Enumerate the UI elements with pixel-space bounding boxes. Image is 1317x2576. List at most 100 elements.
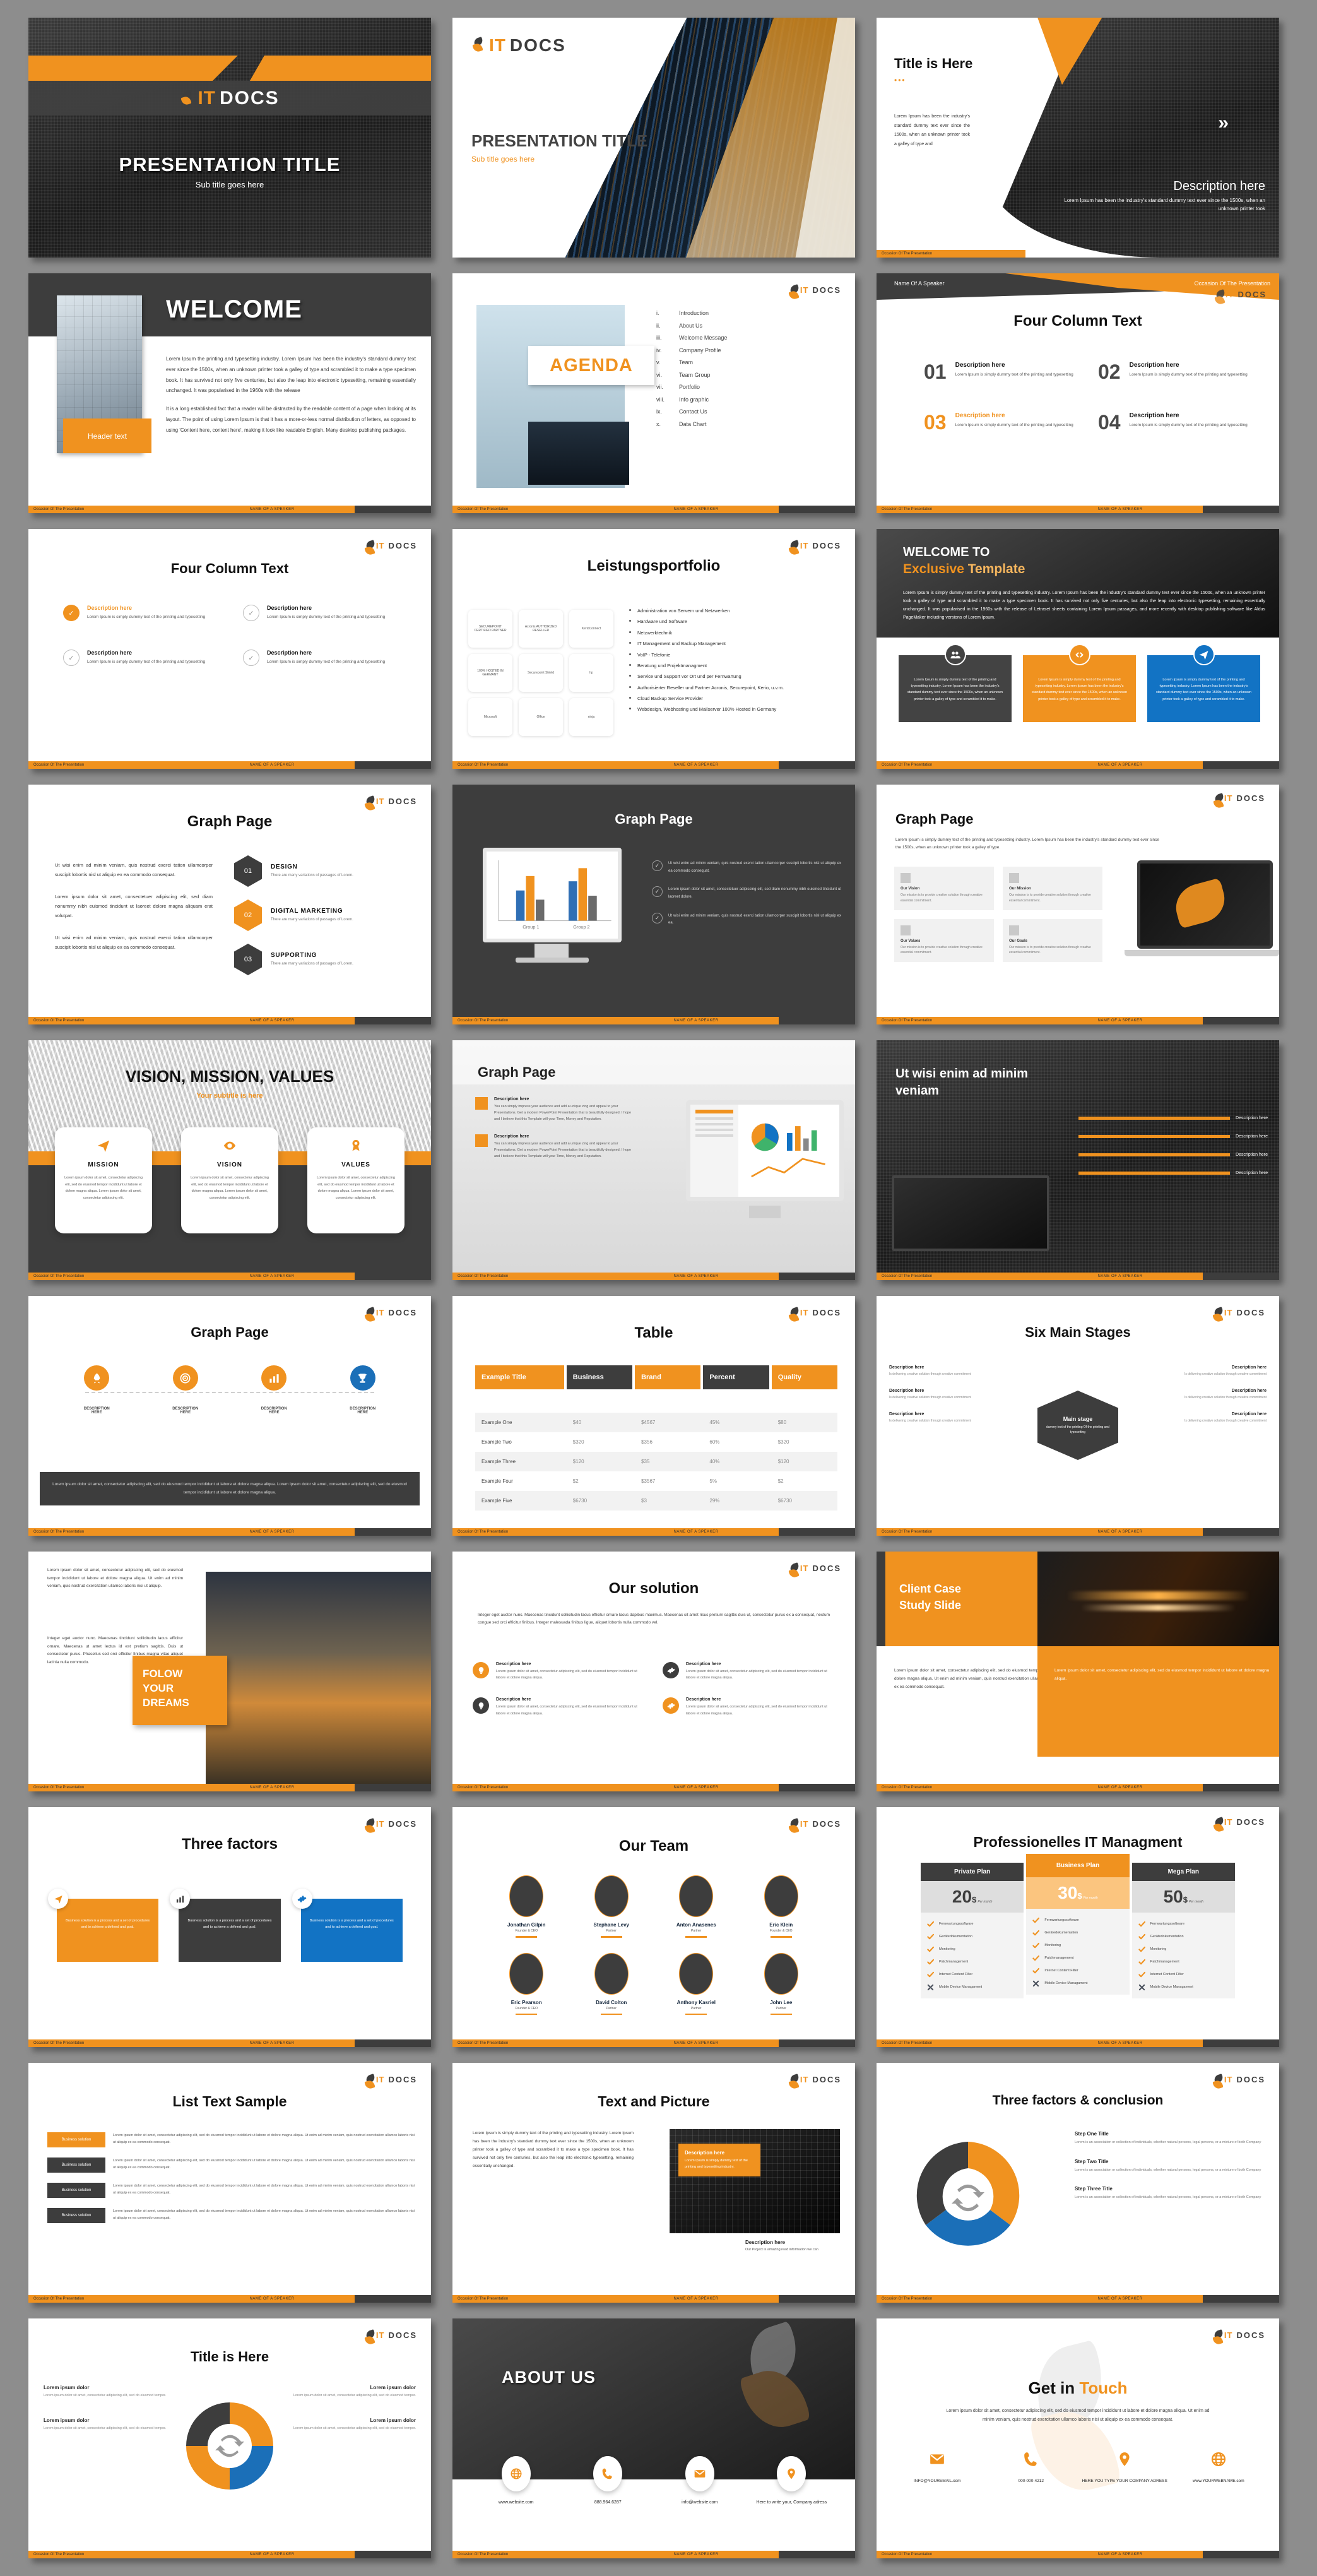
team-member[interactable]: Stephane Levy Partner — [569, 1875, 654, 1938]
slide-welcome[interactable]: Header text WELCOME Lorem Ipsum the prin… — [28, 273, 431, 513]
slide-pricing[interactable]: IT DOCS Professionelles IT Managment Pri… — [877, 1807, 1279, 2047]
conclusion-step[interactable]: Step Three Title Lorem is an association … — [1075, 2186, 1264, 2201]
slide-our-solution[interactable]: IT DOCS Our solution Integer eget auctor… — [452, 1552, 855, 1791]
table-row[interactable]: Example Three $120 $35 40% $120 — [475, 1452, 837, 1471]
step-icon-item[interactable]: DESCRIPTION HERE — [319, 1365, 408, 1415]
table-row[interactable]: Example Two $320 $356 60% $320 — [475, 1432, 837, 1452]
agenda-item[interactable]: iii. Welcome Message — [656, 335, 839, 341]
circle-list-item[interactable]: Lorem ipsum dolor Lorem ipsum dolor sit a… — [290, 2385, 416, 2399]
slide-ut-wisi-enim[interactable]: Ut wisi enim ad minim veniam Description… — [877, 1040, 1279, 1280]
slide-welcome-exclusive[interactable]: WELCOME TO Exclusive Template Lorem Ipsu… — [877, 529, 1279, 769]
slide-graph-page-steps[interactable]: IT DOCS Graph Page DESCRIPTION HERE DESCRI… — [28, 1296, 431, 1536]
info-card[interactable]: Our Mission Our mission is to provide cre… — [1003, 867, 1102, 910]
info-card[interactable]: Our Vision Our mission is to provide crea… — [894, 867, 994, 910]
contact-item[interactable]: Here to write your, Company adress — [746, 2456, 838, 2506]
slide-four-column-numbers[interactable]: Name Of A Speaker Occasion Of The Presen… — [877, 273, 1279, 513]
agenda-item[interactable]: viii. Info graphic — [656, 396, 839, 403]
slide-title-is-here[interactable]: Title is Here ••• Lorem Ipsum has been t… — [877, 18, 1279, 258]
pricing-plan[interactable]: Private Plan 20$ Per month Fernwartungssoft… — [921, 1863, 1024, 1998]
circle-list-item[interactable]: Lorem ipsum dolor Lorem ipsum dolor sit a… — [44, 2418, 170, 2431]
info-card[interactable]: Our Goals Our mission is to provide creat… — [1003, 918, 1102, 962]
slide-text-and-picture[interactable]: IT DOCS Text and Picture Lorem Ipsum is … — [452, 2063, 855, 2303]
list-row[interactable]: Business solution Lorem ipsum dolor sit a… — [47, 2132, 415, 2147]
stage-node[interactable]: Description here Is delivering creative s… — [889, 1412, 1019, 1424]
team-member[interactable]: Anton Anasenes Partner — [654, 1875, 739, 1938]
stage-node[interactable]: Description here Is delivering creative s… — [1137, 1389, 1267, 1401]
slide-list-text-sample[interactable]: IT DOCS List Text Sample Business soluti… — [28, 2063, 431, 2303]
solution-item[interactable]: Description here Lorem ipsum dolor sit am… — [473, 1662, 647, 1681]
slide-graph-page-laptop[interactable]: IT DOCS Graph Page Lorem Ipsum is simply… — [877, 785, 1279, 1024]
pricing-plan[interactable]: Mega Plan 50$ Per month Fernwartungssoftwar… — [1131, 1863, 1235, 1998]
slide-vision-mission-values[interactable]: VISION, MISSION, VALUES Your subtitle is… — [28, 1040, 431, 1280]
step-icon-item[interactable]: DESCRIPTION HERE — [141, 1365, 230, 1415]
step-item[interactable]: 01 DESIGN There are many variations of pas… — [234, 855, 417, 887]
agenda-item[interactable]: vi. Team Group — [656, 372, 839, 378]
conclusion-step[interactable]: Step Two Title Lorem is an association or… — [1075, 2159, 1264, 2174]
team-member[interactable]: Jonathan Gilpin Founder & CEO — [484, 1875, 569, 1938]
step-icon-item[interactable]: DESCRIPTION HERE — [52, 1365, 141, 1415]
feature-card[interactable]: Lorem Ipsum is simply dummy text of the … — [1147, 644, 1260, 722]
slide-client-case-study[interactable]: Client Case Study Slide Lorem ipsum dolo… — [877, 1552, 1279, 1791]
slide-our-team[interactable]: IT DOCS Our Team Jonathan Gilpin Founder … — [452, 1807, 855, 2047]
center-stage-node[interactable]: Main stage dummy text of the printing Of… — [1037, 1391, 1118, 1460]
vmv-card[interactable]: VISION Lorem ipsum dolor sit amet, consec… — [181, 1127, 278, 1233]
agenda-item[interactable]: vii. Portfolio — [656, 384, 839, 390]
stage-node[interactable]: Description here Is delivering creative s… — [889, 1389, 1019, 1401]
circle-list-item[interactable]: Lorem ipsum dolor Lorem ipsum dolor sit a… — [44, 2385, 170, 2399]
circle-list-item[interactable]: Lorem ipsum dolor Lorem ipsum dolor sit a… — [290, 2418, 416, 2431]
step-icon-item[interactable]: DESCRIPTION HERE — [230, 1365, 319, 1415]
list-row[interactable]: Business solution Lorem ipsum dolor sit a… — [47, 2158, 415, 2173]
solution-item[interactable]: Description here Lorem ipsum dolor sit am… — [473, 1697, 647, 1716]
slide-graph-page-imac[interactable]: Graph Page Description here You can simpl… — [452, 1040, 855, 1280]
table-row[interactable]: Example One $40 $4567 45% $80 — [475, 1413, 837, 1432]
team-member[interactable]: Eric Klein Founder & CEO — [739, 1875, 824, 1938]
agenda-item[interactable]: v. Team — [656, 359, 839, 365]
team-member[interactable]: David Colton Partner — [569, 1952, 654, 2015]
agenda-item[interactable]: ix. Contact Us — [656, 408, 839, 415]
contact-item[interactable]: HERE YOU TYPE YOUR COMPANY ADRESS — [1078, 2451, 1172, 2484]
list-row[interactable]: Business solution Lorem ipsum dolor sit a… — [47, 2208, 415, 2223]
stage-node[interactable]: Description here Is delivering creative s… — [889, 1365, 1019, 1377]
stage-node[interactable]: Description here Is delivering creative s… — [1137, 1412, 1267, 1424]
agenda-item[interactable]: ii. About Us — [656, 323, 839, 329]
stage-node[interactable]: Description here Is delivering creative s… — [1137, 1365, 1267, 1377]
contact-item[interactable]: 888.964.6287 — [562, 2456, 654, 2506]
agenda-item[interactable]: i. Introduction — [656, 310, 839, 316]
factor-card[interactable]: Business solution is a process and a set… — [48, 1889, 159, 1962]
slide-table[interactable]: IT DOCS Table Example Title Business Brand… — [452, 1296, 855, 1536]
step-item[interactable]: 02 DIGITAL MARKETING There are many variat… — [234, 899, 417, 931]
vmv-card[interactable]: VALUES Lorem ipsum dolor sit amet, consec… — [307, 1127, 405, 1233]
pricing-plan[interactable]: Business Plan 30$ Per month Fernwartungssof… — [1026, 1854, 1130, 1995]
slide-graph-page-monitor[interactable]: Graph Page Group 1 Group 2 ✓ Ut wisi enim… — [452, 785, 855, 1024]
slide-graph-page-hex[interactable]: IT DOCS Graph Page Ut wisi enim ad minim… — [28, 785, 431, 1024]
step-item[interactable]: 03 SUPPORTING There are many variations of… — [234, 944, 417, 975]
team-member[interactable]: Eric Pearson Founder & CEO — [484, 1952, 569, 2015]
slide-title-code[interactable]: IT DOCS PRESENTATION TITLE Sub title goe… — [452, 18, 855, 258]
solution-item[interactable]: Description here Lorem ipsum dolor sit am… — [663, 1697, 837, 1716]
team-member[interactable]: John Lee Partner — [739, 1952, 824, 2015]
table-row[interactable]: Example Five $6730 $3 29% $6730 — [475, 1491, 837, 1511]
conclusion-step[interactable]: Step One Title Lorem is an association or… — [1075, 2131, 1264, 2146]
list-row[interactable]: Business solution Lorem ipsum dolor sit a… — [47, 2183, 415, 2198]
slide-title-is-here-circle[interactable]: IT DOCS Title is Here Lorem ipsum dolor L… — [28, 2318, 431, 2558]
slide-three-factors-conclusion[interactable]: IT DOCS Three factors & conclusion Step … — [877, 2063, 1279, 2303]
contact-item[interactable]: 000-000-4212 — [984, 2451, 1078, 2484]
contact-item[interactable]: www.YOURWEBNAME.com — [1172, 2451, 1266, 2484]
contact-item[interactable]: info@website.com — [654, 2456, 746, 2506]
vmv-card[interactable]: MISSION Lorem ipsum dolor sit amet, conse… — [55, 1127, 152, 1233]
table-row[interactable]: Example Four $2 $3567 5% $2 — [475, 1471, 837, 1491]
slide-about-us[interactable]: ABOUT US www.website.com 888.964.6287 info… — [452, 2318, 855, 2558]
agenda-item[interactable]: x. Data Chart — [656, 421, 839, 427]
slide-six-main-stages[interactable]: IT DOCS Six Main Stages Main stage dummy… — [877, 1296, 1279, 1536]
slide-four-column-checks[interactable]: IT DOCS Four Column Text ✓ Description he… — [28, 529, 431, 769]
slide-leistungsportfolio[interactable]: IT DOCS Leistungsportfolio SECUREPOINT C… — [452, 529, 855, 769]
factor-card[interactable]: Business solution is a process and a set… — [292, 1889, 403, 1962]
factor-card[interactable]: Business solution is a process and a set… — [170, 1889, 281, 1962]
slide-get-in-touch[interactable]: IT DOCS Get in Touch Lorem ipsum dolor s… — [877, 2318, 1279, 2558]
contact-item[interactable]: INFO@YOUREMAIL.com — [890, 2451, 984, 2484]
slide-agenda[interactable]: IT DOCS AGENDA i. Introduction ii. About Us… — [452, 273, 855, 513]
solution-item[interactable]: Description here Lorem ipsum dolor sit am… — [663, 1662, 837, 1681]
contact-item[interactable]: www.website.com — [470, 2456, 562, 2506]
feature-card[interactable]: Lorem Ipsum is simply dummy text of the … — [899, 644, 1012, 722]
info-card[interactable]: Our Values Our mission is to provide crea… — [894, 918, 994, 962]
